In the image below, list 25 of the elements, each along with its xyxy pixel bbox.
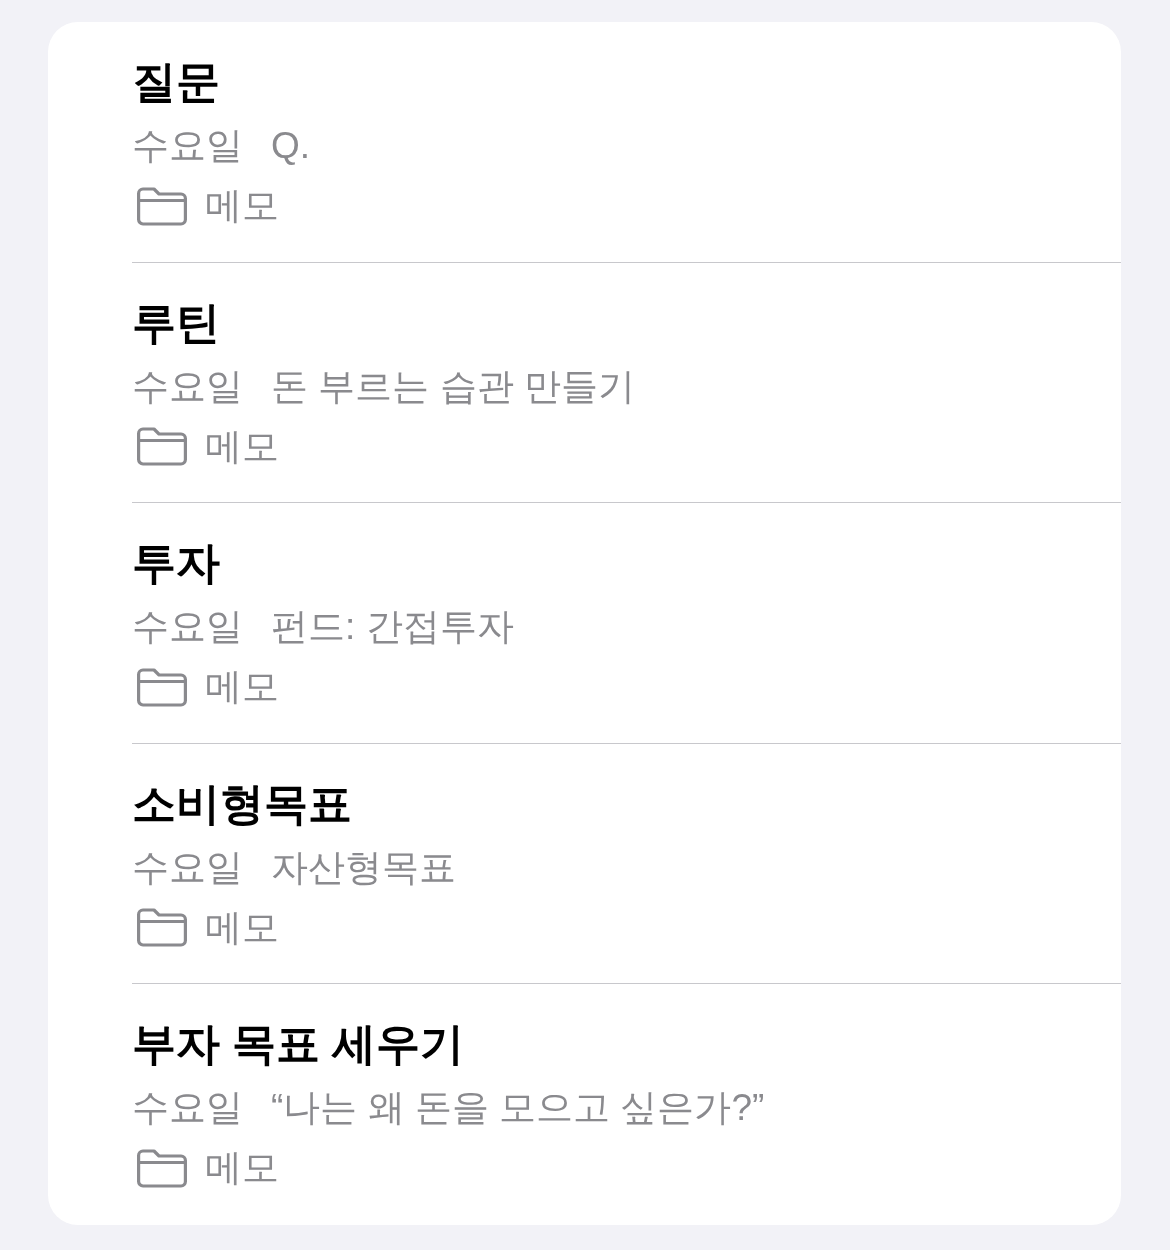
folder-icon [137, 667, 187, 707]
folder-icon [137, 908, 187, 948]
folder-name: 메모 [205, 424, 279, 469]
note-title: 질문 [132, 56, 220, 108]
folder-icon [137, 1148, 187, 1188]
note-title: 소비형목표 [132, 777, 352, 830]
note-date: 수요일 [132, 124, 243, 168]
note-date: 수요일 [132, 605, 243, 650]
folder-name: 메모 [205, 665, 279, 710]
note-date: 수요일 [132, 364, 243, 409]
folder-name: 메모 [205, 184, 279, 228]
note-preview: 펀드: 간접투자 [271, 605, 514, 650]
folder-name: 메모 [205, 1146, 279, 1191]
note-date: 수요일 [132, 1086, 243, 1131]
note-preview: “나는 왜 돈을 모으고 싶은가?” [271, 1086, 765, 1131]
folder-icon [137, 186, 187, 226]
folder-name: 메모 [205, 905, 279, 950]
note-preview: Q. [271, 124, 311, 168]
note-date: 수요일 [132, 845, 243, 890]
note-preview: 돈 부르는 습관 만들기 [271, 364, 635, 409]
note-title: 루틴 [132, 296, 220, 349]
note-title: 투자 [132, 537, 220, 590]
note-preview: 자산형목표 [271, 845, 456, 890]
note-title: 부자 목표 세우기 [132, 1018, 465, 1071]
folder-icon [137, 427, 187, 467]
